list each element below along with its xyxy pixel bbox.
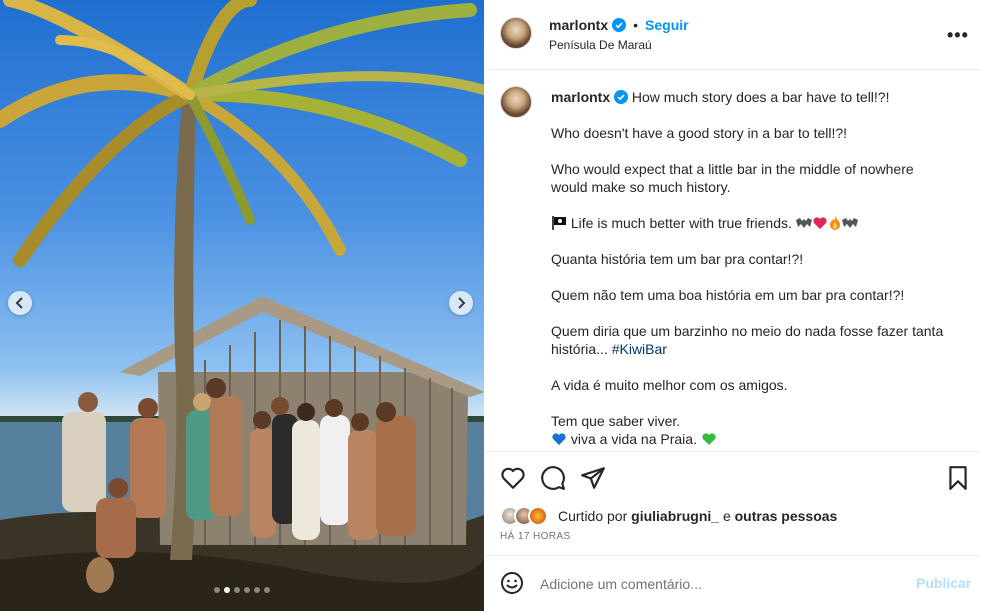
bat-icon [795, 218, 812, 228]
caption-line: Who would expect that a little bar in th… [551, 161, 914, 177]
green-heart-icon [702, 433, 716, 445]
verified-badge-icon [612, 18, 627, 32]
heart-icon[interactable] [500, 465, 526, 491]
author-username[interactable]: marlontx [549, 17, 608, 33]
likes-connector: e [722, 508, 731, 524]
caption-line: Quem diria que um barzinho no meio do na… [551, 323, 944, 339]
comment-bar: Publicar [484, 555, 981, 611]
carousel-dot [244, 587, 250, 593]
carousel-dot [234, 587, 240, 593]
caption-line: Tem que saber viver. [551, 413, 681, 429]
hashtag-link[interactable]: #KiwiBar [612, 341, 667, 357]
follow-button[interactable]: Seguir [645, 17, 689, 33]
carousel-dot [254, 587, 260, 593]
share-icon[interactable] [580, 465, 606, 491]
caption-line: história... [551, 341, 608, 357]
post-timestamp[interactable]: HÁ 17 HORAS [500, 531, 571, 542]
caption-line: would make so much history. [551, 179, 731, 195]
caption-line: A vida é muito melhor com os amigos. [551, 377, 788, 393]
post-location[interactable]: Penísula De Maraú [549, 38, 652, 52]
emoji-icon[interactable] [500, 571, 524, 595]
carousel-dot [264, 587, 270, 593]
caption-line: Quem não tem uma boa história em um bar … [551, 287, 905, 303]
carousel-dot [214, 587, 220, 593]
action-bar [484, 451, 981, 501]
caption-area: marlontx How much story does a bar have … [484, 71, 981, 451]
post-photo[interactable] [0, 0, 484, 611]
caption-line: How much story does a bar have to tell!?… [631, 89, 890, 105]
comment-input[interactable] [540, 574, 900, 594]
liker-avatar [528, 506, 548, 526]
verified-badge-icon [614, 90, 629, 104]
author-line: marlontx • Seguir [549, 17, 689, 33]
caption-line: viva a vida na Praia. [570, 431, 697, 447]
post-header: marlontx • Seguir Penísula De Maraú ••• [484, 0, 981, 70]
red-heart-icon [813, 217, 827, 229]
post-side-panel: marlontx • Seguir Penísula De Maraú ••• … [484, 0, 981, 611]
pirate-flag-icon [552, 216, 566, 230]
chevron-left-icon [15, 297, 23, 309]
likes-prefix: Curtido por [558, 508, 628, 524]
caption-line: Life is much better with true friends. [570, 215, 792, 231]
carousel-indicator [0, 587, 484, 593]
separator-dot: • [633, 17, 639, 33]
chevron-right-icon [458, 297, 466, 309]
author-avatar[interactable] [500, 17, 532, 49]
caption-line: Who doesn't have a good story in a bar t… [551, 125, 848, 141]
likes-text: Curtido por giuliabrugni_ e outras pesso… [558, 508, 837, 524]
publish-button[interactable]: Publicar [916, 575, 971, 591]
liker-username[interactable]: giuliabrugni_ [631, 508, 719, 524]
blue-heart-icon [552, 433, 566, 445]
caption-username[interactable]: marlontx [551, 89, 610, 105]
bookmark-icon[interactable] [945, 465, 971, 491]
photo-illustration [0, 0, 484, 611]
comment-icon[interactable] [540, 465, 566, 491]
bat-icon [841, 218, 858, 228]
fire-icon [829, 216, 840, 230]
carousel-next-button[interactable] [449, 291, 473, 315]
likes-summary: Curtido por giuliabrugni_ e outras pesso… [500, 506, 837, 526]
caption-text: marlontx How much story does a bar have … [551, 88, 961, 448]
carousel-dot-active [224, 587, 230, 593]
caption-line: Quanta história tem um bar pra contar!?! [551, 251, 804, 267]
carousel-prev-button[interactable] [8, 291, 32, 315]
more-options-icon[interactable]: ••• [947, 25, 969, 46]
caption-avatar[interactable] [500, 86, 532, 118]
likes-others-link[interactable]: outras pessoas [735, 508, 838, 524]
liker-avatars[interactable] [500, 506, 552, 526]
